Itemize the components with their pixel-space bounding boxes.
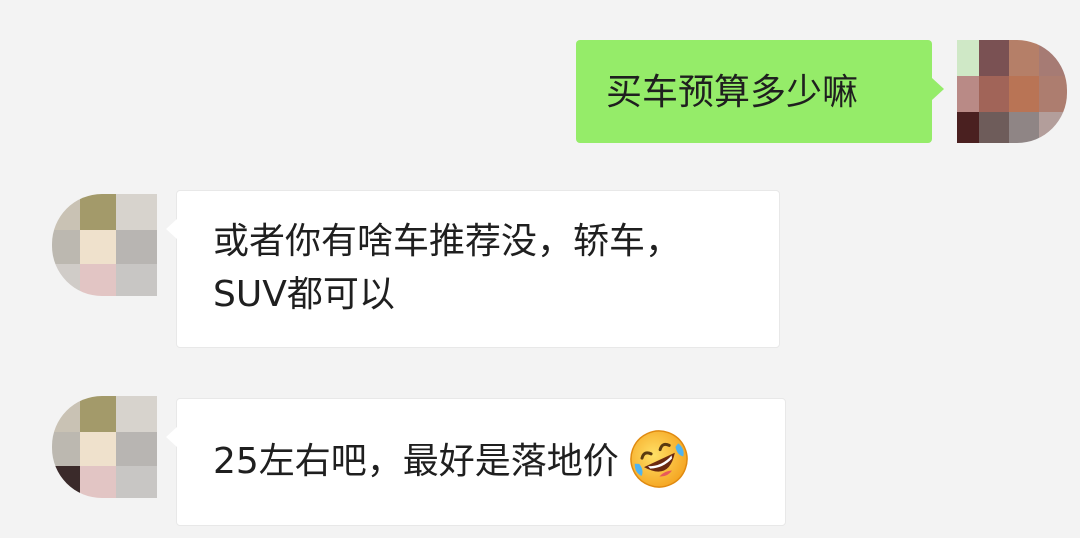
received-message-bubble[interactable]: 25左右吧，最好是落地价 bbox=[166, 398, 786, 526]
contact-avatar[interactable] bbox=[52, 194, 157, 296]
message-text: 或者你有啥车推荐没，轿车， SUV都可以 bbox=[213, 221, 682, 315]
message-text: 25左右吧，最好是落地价 bbox=[213, 441, 619, 482]
message-text: 买车预算多少嘛 bbox=[606, 72, 859, 113]
rolling-on-floor-laughing-emoji-icon bbox=[627, 427, 691, 491]
self-avatar[interactable] bbox=[957, 40, 1067, 143]
sent-message-bubble[interactable]: 买车预算多少嘛 bbox=[576, 40, 944, 143]
contact-avatar[interactable] bbox=[52, 396, 157, 498]
received-message-bubble[interactable]: 或者你有啥车推荐没，轿车， SUV都可以 bbox=[166, 190, 780, 348]
